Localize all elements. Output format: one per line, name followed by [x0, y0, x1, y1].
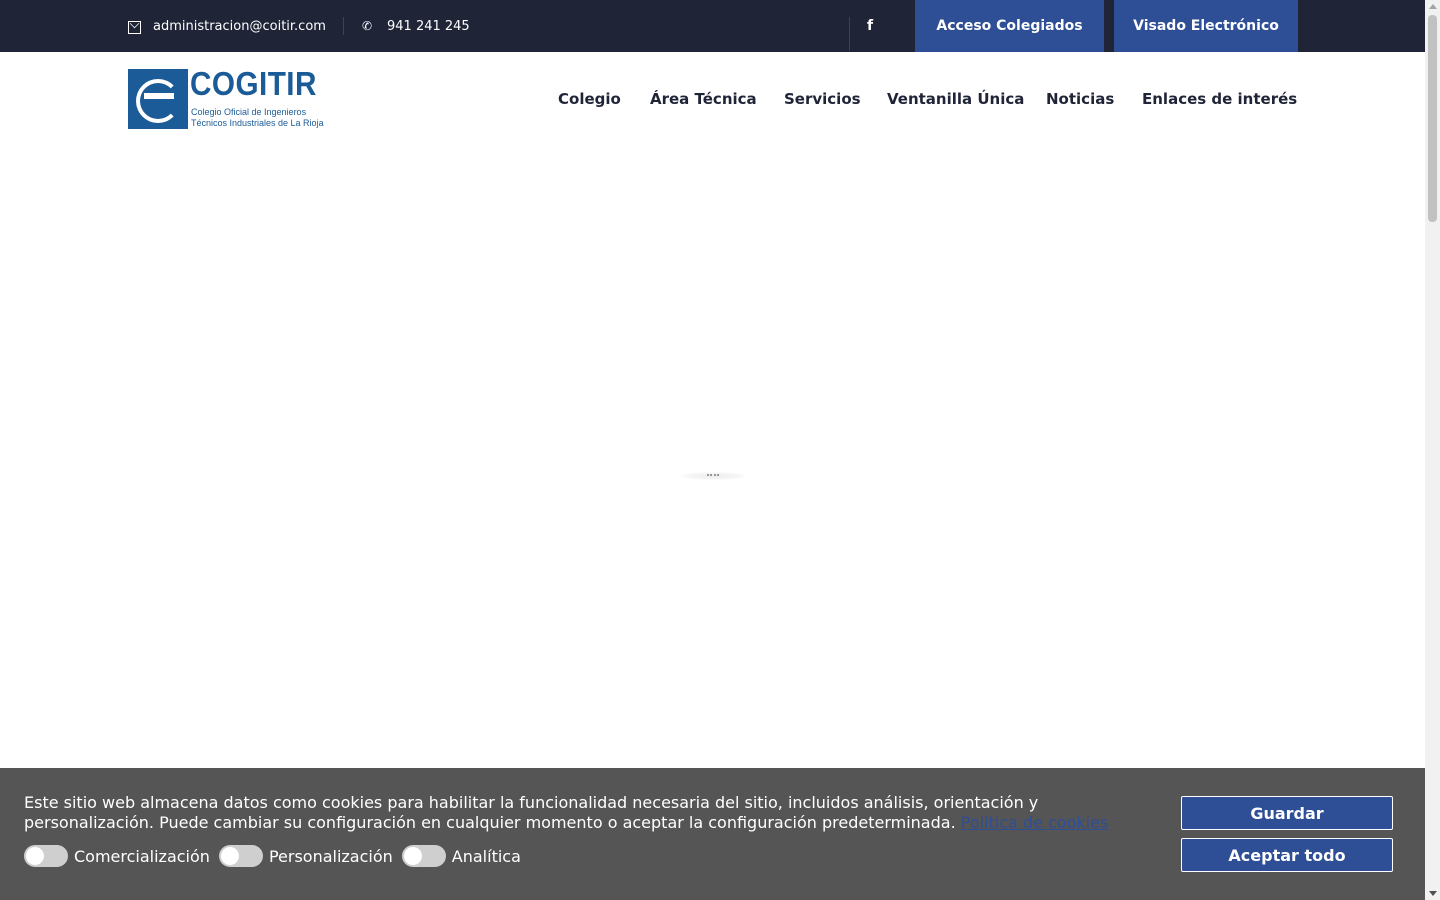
cookie-text: Este sitio web almacena datos como cooki… [24, 793, 1039, 832]
nav-item-noticias[interactable]: Noticias [1046, 88, 1114, 110]
phone-contact[interactable]: ✆ 941 241 245 [362, 0, 470, 52]
envelope-icon [128, 20, 141, 34]
phone-text[interactable]: 941 241 245 [387, 19, 470, 34]
nav-item-ventanilla-unica[interactable]: Ventanilla Única [887, 88, 1024, 110]
toggle-analitica[interactable]: Analítica [401, 845, 521, 867]
toggle-switch[interactable] [24, 845, 68, 867]
logo-title: COGITIR [190, 65, 317, 102]
logo-subtitle-line1: Colegio Oficial de Ingenieros [191, 107, 307, 117]
phone-icon: ✆ [362, 18, 373, 33]
nav-item-colegio[interactable]: Colegio [558, 88, 621, 110]
acceso-colegiados-button[interactable]: Acceso Colegiados [915, 0, 1104, 52]
nav-item-enlaces[interactable]: Enlaces de interés [1142, 88, 1297, 110]
scroll-down-arrow-icon[interactable] [1429, 891, 1437, 896]
facebook-icon[interactable]: f [862, 16, 878, 36]
logo-subtitle-line2: Técnicos Industriales de La Rioja [191, 118, 324, 128]
vertical-scrollbar[interactable] [1425, 0, 1440, 900]
scroll-up-arrow-icon[interactable] [1429, 4, 1437, 9]
accept-all-button[interactable]: Aceptar todo [1181, 838, 1393, 872]
nav-item-servicios[interactable]: Servicios [784, 88, 861, 110]
logo-subtitle: Colegio Oficial de Ingenieros Técnicos I… [191, 107, 324, 129]
site-logo[interactable]: COGITIR Colegio Oficial de Ingenieros Té… [128, 65, 328, 131]
cookie-banner: Este sitio web almacena datos como cooki… [0, 768, 1425, 900]
email-contact[interactable]: administracion@coitir.com [128, 0, 326, 52]
logo-emblem-icon [128, 69, 188, 129]
scroll-thumb[interactable] [1428, 15, 1437, 222]
toggle-label: Comercialización [74, 846, 210, 866]
toggle-label: Analítica [451, 846, 521, 866]
toggle-personalizacion[interactable]: Personalización [218, 845, 393, 867]
email-text[interactable]: administracion@coitir.com [153, 19, 326, 34]
divider [849, 17, 850, 51]
toggle-switch[interactable] [218, 845, 263, 867]
divider [343, 17, 344, 35]
toggle-comercializacion[interactable]: Comercialización [24, 845, 210, 867]
save-button[interactable]: Guardar [1181, 796, 1393, 830]
nav-item-area-tecnica[interactable]: Área Técnica [650, 88, 757, 110]
cookie-message: Este sitio web almacena datos como cooki… [24, 793, 1134, 833]
loading-spinner-icon [680, 466, 746, 482]
visado-electronico-button[interactable]: Visado Electrónico [1114, 0, 1298, 52]
cookie-toggles: Comercialización Personalización Analíti… [24, 845, 530, 867]
top-bar: administracion@coitir.com ✆ 941 241 245 … [0, 0, 1425, 52]
toggle-label: Personalización [268, 846, 393, 866]
toggle-switch[interactable] [401, 845, 446, 867]
cookie-policy-link[interactable]: Política de cookies [961, 813, 1109, 832]
